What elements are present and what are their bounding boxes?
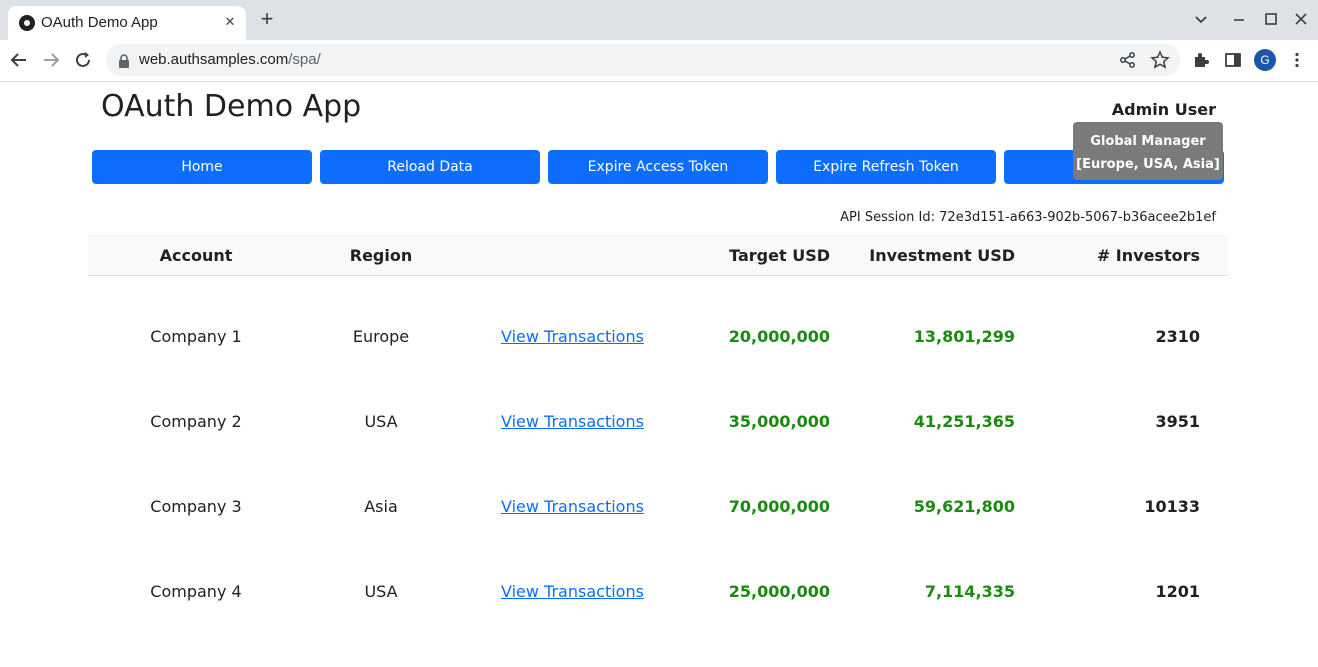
user-name[interactable]: Admin User: [1112, 100, 1216, 119]
url-text: web.authsamples.com/spa/: [139, 51, 321, 68]
browser-tab[interactable]: OAuth Demo App ✕: [8, 6, 246, 40]
maximize-icon[interactable]: [1260, 8, 1282, 30]
tooltip-regions: [Europe, USA, Asia]: [1076, 157, 1220, 172]
bookmark-star-icon[interactable]: [1150, 50, 1170, 74]
cell-investment-usd: 7,114,335: [924, 582, 1015, 601]
lock-icon: [118, 53, 130, 68]
cell-target-usd: 25,000,000: [728, 582, 830, 601]
cell-account: Company 3: [150, 497, 242, 516]
view-transactions-link[interactable]: View Transactions: [501, 412, 644, 431]
tooltip-role: Global Manager: [1090, 134, 1206, 149]
cell-investment-usd: 59,621,800: [913, 497, 1015, 516]
view-transactions-link[interactable]: View Transactions: [501, 327, 644, 346]
table-row: Company 1 Europe View Transactions 20,00…: [88, 327, 1228, 412]
cell-investors: 10133: [1144, 497, 1200, 516]
reload-data-button[interactable]: Reload Data: [320, 150, 540, 184]
table-header: Account Region Target USD Investment USD…: [88, 235, 1228, 276]
user-tooltip: Global Manager [Europe, USA, Asia]: [1073, 122, 1223, 180]
cell-account: Company 2: [150, 412, 242, 431]
forward-icon[interactable]: [40, 49, 62, 71]
new-tab-icon[interactable]: +: [256, 8, 278, 30]
header-account: Account: [159, 246, 233, 265]
side-panel-icon[interactable]: [1224, 51, 1242, 73]
favicon-icon: [19, 15, 35, 31]
home-button[interactable]: Home: [92, 150, 312, 184]
back-icon[interactable]: [8, 49, 30, 71]
header-target-usd: Target USD: [729, 246, 830, 265]
address-bar[interactable]: web.authsamples.com/spa/: [106, 44, 1180, 76]
cell-region: USA: [364, 582, 398, 601]
tab-search-icon[interactable]: [1190, 8, 1212, 30]
api-session-id: API Session Id: 72e3d151-a663-902b-5067-…: [840, 210, 1216, 225]
cell-investors: 1201: [1155, 582, 1200, 601]
browser-toolbar: web.authsamples.com/spa/ G: [0, 40, 1318, 82]
cell-investment-usd: 13,801,299: [913, 327, 1015, 346]
cell-target-usd: 70,000,000: [728, 497, 830, 516]
cell-region: USA: [364, 412, 398, 431]
minimize-icon[interactable]: [1228, 8, 1250, 30]
view-transactions-link[interactable]: View Transactions: [501, 497, 644, 516]
share-icon[interactable]: [1118, 50, 1138, 74]
cell-region: Europe: [352, 327, 410, 346]
cell-account: Company 1: [150, 327, 242, 346]
profile-avatar[interactable]: G: [1254, 49, 1276, 71]
header-region: Region: [349, 246, 413, 265]
table-row: Company 2 USA View Transactions 35,000,0…: [88, 412, 1228, 497]
header-investment-usd: Investment USD: [869, 246, 1015, 265]
view-transactions-link[interactable]: View Transactions: [501, 582, 644, 601]
browser-tabstrip: OAuth Demo App ✕ +: [0, 0, 1318, 40]
expire-access-token-button[interactable]: Expire Access Token: [548, 150, 768, 184]
extensions-icon[interactable]: [1192, 51, 1210, 73]
cell-target-usd: 35,000,000: [728, 412, 830, 431]
close-window-icon[interactable]: [1290, 8, 1312, 30]
cell-target-usd: 20,000,000: [728, 327, 830, 346]
header-investors: # Investors: [1096, 246, 1200, 265]
cell-investment-usd: 41,251,365: [913, 412, 1015, 431]
reload-icon[interactable]: [72, 49, 94, 71]
expire-refresh-token-button[interactable]: Expire Refresh Token: [776, 150, 996, 184]
cell-investors: 3951: [1155, 412, 1200, 431]
browser-menu-icon[interactable]: [1288, 51, 1306, 73]
cell-account: Company 4: [150, 582, 242, 601]
close-tab-icon[interactable]: ✕: [220, 13, 240, 33]
cell-region: Asia: [364, 497, 398, 516]
tab-title: OAuth Demo App: [41, 14, 158, 31]
table-row: Company 4 USA View Transactions 25,000,0…: [88, 582, 1228, 667]
table-row: Company 3 Asia View Transactions 70,000,…: [88, 497, 1228, 582]
cell-investors: 2310: [1155, 327, 1200, 346]
app-title: OAuth Demo App: [101, 89, 362, 124]
